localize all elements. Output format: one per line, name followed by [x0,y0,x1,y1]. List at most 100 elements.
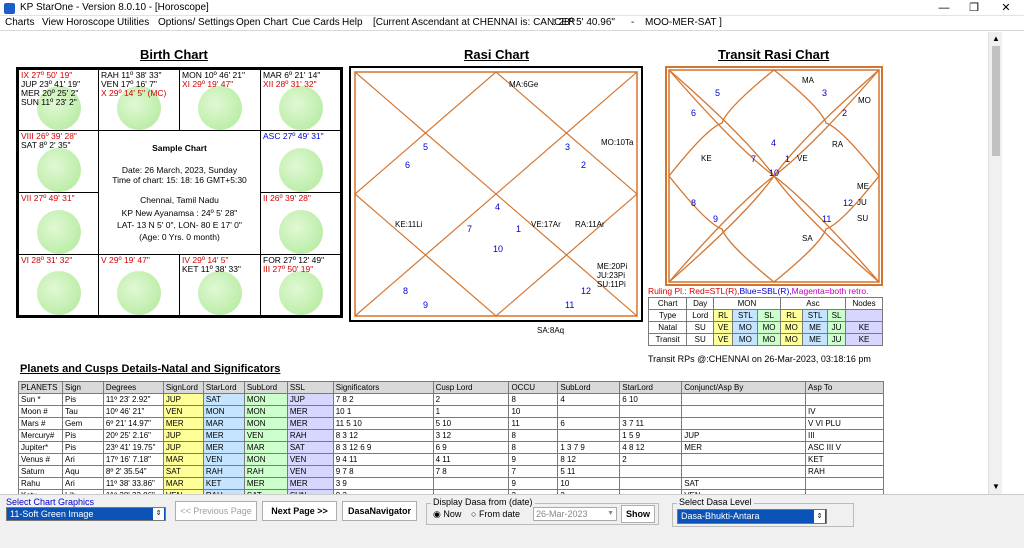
planet-cell: 5 11 [557,465,621,478]
chart-date: Date: 26 March, 2023, Sunday [121,165,238,175]
planet-cell: III [805,429,884,442]
planet-cell: 11 5 10 [332,417,434,430]
planet-cell: 6 10 [619,393,683,406]
transit-label-ve: VE [797,154,808,163]
planet-cell: 3 7 11 [619,417,683,430]
menu-cue-cards[interactable]: Cue Cards [292,17,340,28]
scroll-thumb[interactable] [992,46,1000,156]
dasa-level-group: Select Dasa Level Dasa-Bhukti-Antara ⇕ [672,497,854,527]
chart-latlon: LAT- 13 N 5' 0", LON- 80 E 17' 0" [117,220,242,230]
menu-help[interactable]: Help [342,17,363,28]
planet-cell: 3 9 [332,477,434,490]
menu-utilities[interactable]: Utilities [117,17,149,28]
planet-cell: 17º 16' 7.18" [102,453,164,466]
planet-cell: 7 8 2 [332,393,434,406]
cell-cancer: ASC 27º 49' 31" [260,130,341,193]
cancer-icon [278,147,323,192]
chart-place: Chennai, Tamil Nadu [140,195,219,205]
planet-cell: JUP [162,393,204,406]
bottom-toolbar: Select Chart Graphics 11-Soft Green Imag… [0,494,1024,548]
planet-cell: RAH [805,465,884,478]
planet-cell: 1 [432,405,510,418]
birth-details: Sample Chart Date: 26 March, 2023, Sunda… [98,130,261,255]
planet-cell [432,477,510,490]
planet-cell: Pis [61,429,104,442]
planet-cell: SAT [681,477,806,490]
planet-cell: 8 12 [557,453,621,466]
rasi-label-sa: SA:8Aq [537,326,565,335]
next-page-button[interactable]: Next Page >> [262,501,337,521]
transit-chart-title: Transit Rasi Chart [718,47,830,62]
planet-cell: Tau [61,405,104,418]
planet-cell: 8 3 12 6 9 [332,441,434,454]
scroll-up-icon[interactable]: ▲ [989,32,1003,46]
previous-page-button[interactable]: << Previous Page [175,501,257,521]
planet-cell: 10 [557,477,621,490]
menu-charts[interactable]: Charts [5,17,34,28]
planet-cell: Pis [61,441,104,454]
planet-cell: 4 [557,393,621,406]
scorpio-icon [117,271,161,315]
show-button[interactable]: Show [621,505,655,523]
menu-view-horoscope[interactable]: View Horoscope [42,17,115,28]
planet-cell: 1 3 7 9 [557,441,621,454]
planet-cell: Pis [61,393,104,406]
dropdown-spin-icon[interactable]: ⇕ [153,508,164,520]
radio-now[interactable]: ◉ Now [433,509,461,520]
planet-cell: 8 [508,441,559,454]
planet-cell: 6 9 [432,441,510,454]
vertical-scrollbar[interactable]: ▲ ▼ [988,32,1002,494]
radio-from-date[interactable]: ○ From date [471,509,520,519]
planet-cell: 7 [508,465,559,478]
close-button[interactable]: ✕ [990,0,1022,16]
planet-cell: MAR [162,453,204,466]
ruling-row-transit: Transit SU VE MO MO MO ME JU KE [647,333,883,346]
rasi-chart: MA:6Ge MO:10Ta KE:11Li VE:17Ar RA:11Ar M… [349,66,643,335]
planet-row: Saturn Aqu 8º 2' 35.54" SAT RAH RAH VEN 9 7 87 … [18,465,884,478]
chart-age: (Age: 0 Yrs. 0 month) [139,232,220,242]
planet-cell: Moon # [18,405,63,418]
dasa-level-select[interactable]: Dasa-Bhukti-Antara ⇕ [677,509,827,524]
aquarius-icon [36,147,81,192]
ruling-row-natal: Natal SU VE MO MO MO ME JU KE [647,321,883,334]
transit-rps: Transit RPs @:CHENNAI on 26-Mar-2023, 03… [648,354,871,364]
planet-cell: MER [286,405,334,418]
planet-cell: MER [243,477,288,490]
planet-cell: 2 [619,453,683,466]
planet-cell: MAR [202,417,245,430]
planet-row: Sun * Pis 11º 23' 2.92" JUP SAT MON JUP 7 8 228… [18,393,884,406]
planet-cell [619,405,683,418]
planet-cell: Gem [61,417,104,430]
scroll-down-icon[interactable]: ▼ [989,480,1003,494]
taurus-icon [198,86,242,130]
planet-cell: Venus # [18,453,63,466]
planet-cell [805,393,884,406]
cell-virgo: FOR 27º 12' 49" III 27º 50' 19" [260,254,341,316]
menu-options-settings[interactable]: Options/ Settings [158,17,234,28]
planet-cell: MON [243,417,288,430]
planet-cell: Ari [61,453,104,466]
cell-aries: RAH 11º 38' 33" VEN 17º 16' 7" X 29º 14'… [98,69,180,131]
horoscope-content: Birth Chart IX 27º 50' 19" JUP 23º 41' 1… [0,32,988,514]
planet-cell [805,477,884,490]
graphics-select[interactable]: 11-Soft Green Image ⇕ [6,507,166,521]
planet-cell: 10 [508,405,559,418]
planet-cell: 2 [432,393,510,406]
display-dasa-group: Display Dasa from (date) ◉ Now ○ From da… [426,497,659,525]
rasi-label-ma: MA:6Ge [509,80,539,89]
rasi-label-ve: VE:17Ar [531,220,561,229]
window-title: KP StarOne - Version 8.0.10 - [Horoscope… [20,2,209,13]
date-picker[interactable]: 26-Mar-2023 ▼ [533,507,617,521]
planet-cell: 5 10 [432,417,510,430]
chevron-down-icon[interactable]: ▼ [607,508,614,520]
menu-open-chart[interactable]: Open Chart [236,17,288,28]
sagittarius-icon [36,271,81,315]
maximize-button[interactable]: ❐ [958,0,990,16]
cell-sagittarius: VI 28º 31' 32" [18,254,99,316]
planet-cell [681,393,806,406]
cell-libra: IV 29º 14' 5" KET 11º 38' 33" [179,254,261,316]
level-spin-icon[interactable]: ⇕ [814,510,825,523]
planet-cell: Aqu [61,465,104,478]
minimize-button[interactable]: — [928,0,960,16]
dasa-navigator-button[interactable]: DasaNavigator [342,501,417,521]
